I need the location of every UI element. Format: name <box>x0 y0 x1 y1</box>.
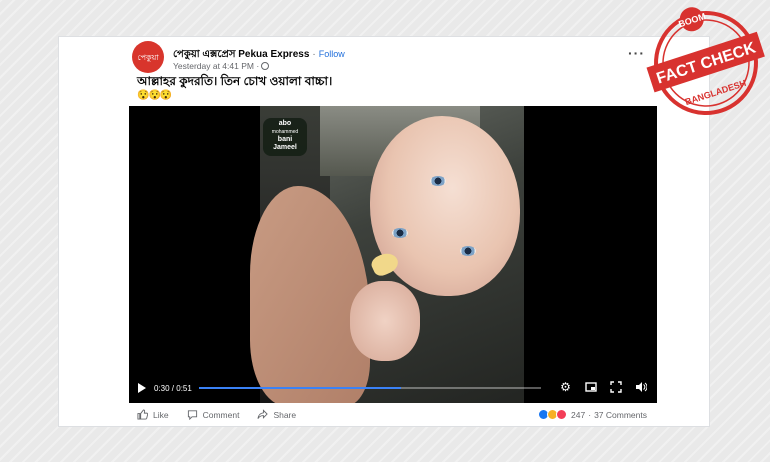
avatar-text: পেকুয়া <box>137 52 159 62</box>
watermark-line: abo <box>278 120 292 127</box>
settings-icon[interactable]: ⚙ <box>559 381 572 394</box>
separator: · <box>312 49 316 60</box>
comments-count[interactable]: 37 Comments <box>594 410 647 420</box>
share-label: Share <box>273 409 297 420</box>
third-eye <box>430 176 446 186</box>
video-frame: abo mohammed bani Jameel <box>250 106 524 403</box>
video-player[interactable]: abo mohammed bani Jameel 0:30 / 0:51 ⚙ <box>129 106 657 403</box>
reaction-count: 247 <box>571 409 586 420</box>
page-name[interactable]: পেকুয়া এক্সপ্রেস Pekua Express <box>173 49 309 60</box>
post-actions: Like Comment Share <box>137 409 296 420</box>
fullscreen-icon[interactable] <box>609 381 622 394</box>
comment-button[interactable]: Comment <box>187 409 240 420</box>
fact-check-badge: BOOM FACT CHECK BANGLADESH <box>646 7 765 115</box>
comment-label: Comment <box>202 409 240 420</box>
globe-icon <box>261 62 270 70</box>
post-header: পেকুয়া পেকুয়া এক্সপ্রেস Pekua Express ·… <box>132 41 709 75</box>
post-meta: Yesterday at 4:41 PM · <box>173 61 270 71</box>
left-eye <box>392 228 408 238</box>
reactions-summary[interactable]: 247 · 37 Comments <box>538 409 647 420</box>
volume-icon[interactable] <box>634 381 647 394</box>
thumbs-up-icon <box>137 409 148 420</box>
right-eye <box>460 246 476 256</box>
like-button[interactable]: Like <box>137 409 169 420</box>
comment-icon <box>187 410 197 420</box>
separator: · <box>588 409 592 420</box>
follow-button[interactable]: Follow <box>319 49 345 59</box>
watermark-line: bani <box>277 136 293 143</box>
adult-hand <box>250 186 370 403</box>
love-reaction-icon <box>556 409 568 420</box>
video-progress-fill <box>199 387 401 389</box>
video-progress-bar[interactable] <box>199 387 541 389</box>
video-time: 0:30 / 0:51 <box>154 383 192 393</box>
baby-hand <box>350 281 420 361</box>
facebook-post-card: পেকুয়া পেকুয়া এক্সপ্রেস Pekua Express ·… <box>58 36 710 427</box>
share-button[interactable]: Share <box>257 409 296 420</box>
more-options-button[interactable]: ··· <box>628 45 645 61</box>
video-controls: 0:30 / 0:51 ⚙ <box>129 373 657 403</box>
caption-emojis: 😯😯😯 <box>137 90 172 101</box>
pip-icon[interactable] <box>584 381 597 394</box>
timestamp[interactable]: Yesterday at 4:41 PM · <box>173 61 259 71</box>
video-watermark: abo mohammed bani Jameel <box>263 118 307 156</box>
watermark-line: Jameel <box>273 144 297 151</box>
video-control-icons: ⚙ <box>559 381 647 394</box>
play-icon[interactable] <box>138 383 146 393</box>
watermark-line: mohammed <box>271 129 299 135</box>
share-icon <box>257 409 269 419</box>
like-label: Like <box>153 409 169 420</box>
page-avatar[interactable]: পেকুয়া <box>132 41 164 73</box>
